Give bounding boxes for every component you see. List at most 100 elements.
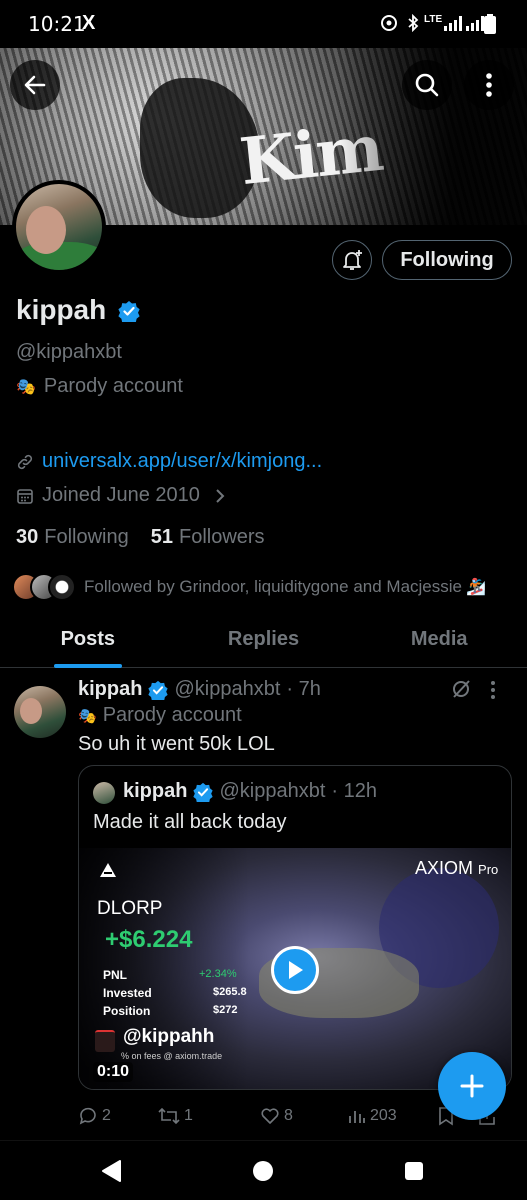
status-bar: 10:21 X LTE	[0, 0, 527, 48]
stat-label: PNL	[103, 968, 127, 982]
profile-link[interactable]: universalx.app/user/x/kimjong...	[42, 450, 322, 473]
pnl-amount: +$6.224	[105, 926, 193, 953]
followers-stat-label: Followers	[178, 526, 265, 548]
notifications-button[interactable]	[332, 240, 372, 280]
tweet-parody-row: 🎭 Parody account	[78, 704, 242, 727]
parody-label-row: 🎭 Parody account	[16, 375, 183, 398]
stat-label: Position	[103, 1004, 151, 1018]
token-name: DLORP	[97, 898, 163, 919]
nav-back-button[interactable]	[100, 1159, 122, 1188]
quote-author-name: kippah	[123, 780, 188, 802]
tweet-more-icon[interactable]	[490, 680, 496, 706]
user-avatar-icon	[95, 1030, 115, 1052]
profile-handle: @kippahxbt	[16, 341, 122, 363]
quote-text: Made it all back today	[93, 811, 287, 833]
android-nav-bar	[0, 1140, 527, 1200]
theater-mask-icon: 🎭	[78, 707, 97, 725]
more-vertical-icon	[486, 73, 492, 97]
circle-home-icon	[253, 1161, 273, 1181]
triangle-back-icon	[102, 1160, 121, 1182]
follower-avatar	[48, 573, 76, 601]
follow-stats: 30 Following 51 Followers	[16, 526, 265, 549]
status-time: 10:21	[28, 12, 86, 36]
square-recents-icon	[405, 1162, 423, 1180]
views-button[interactable]: 203	[348, 1107, 438, 1125]
stat-label: Invested	[103, 986, 152, 1000]
nav-home-button[interactable]	[252, 1160, 274, 1187]
following-count: 30	[16, 526, 39, 548]
axiom-logo-icon	[99, 862, 117, 883]
stat-value: $272	[213, 1004, 238, 1016]
play-button[interactable]	[271, 946, 319, 994]
tweet-avatar[interactable]	[14, 686, 66, 738]
following-button[interactable]: Following	[382, 240, 512, 280]
joined-row: Joined June 2010	[16, 484, 226, 507]
reply-icon	[79, 1107, 96, 1125]
following-stat[interactable]: 30 Following	[16, 526, 129, 549]
axiom-brand-suffix: Pro	[478, 862, 499, 877]
search-button[interactable]	[402, 60, 452, 110]
battery-icon	[484, 14, 496, 39]
tweet-author-name[interactable]: kippah	[78, 678, 142, 701]
profile-avatar[interactable]	[12, 180, 106, 274]
followers-count: 51	[150, 526, 173, 548]
repost-button[interactable]: 1	[158, 1106, 260, 1126]
calendar-icon	[17, 488, 33, 504]
axiom-brand: AXIOM Pro	[415, 858, 498, 879]
repost-count: 1	[184, 1107, 193, 1124]
quoted-tweet[interactable]: kippah @kippahxbt · 12h Made it all back…	[78, 765, 512, 1090]
sync-icon	[380, 14, 398, 37]
views-icon	[349, 1111, 365, 1123]
link-icon	[17, 454, 33, 469]
views-count: 203	[370, 1107, 397, 1124]
stat-value: +2.34%	[199, 968, 237, 980]
network-type: LTE	[424, 14, 443, 25]
like-count: 8	[284, 1107, 293, 1124]
bluetooth-icon	[406, 13, 420, 37]
signal-icon	[444, 14, 486, 37]
verified-badge-icon	[118, 300, 140, 327]
more-options-button[interactable]	[464, 60, 514, 110]
emoji-icon: 🏂	[465, 579, 486, 596]
quote-video[interactable]: AXIOM Pro DLORP +$6.224 PNL +2.34% Inves…	[79, 848, 511, 1089]
compose-post-button[interactable]	[438, 1052, 506, 1120]
tweet-text: So uh it went 50k LOL	[78, 733, 275, 755]
parody-label: Parody account	[43, 375, 183, 397]
following-stat-label: Following	[44, 526, 129, 548]
reply-button[interactable]: 2	[78, 1106, 158, 1126]
video-username: @kippahh	[123, 1026, 215, 1047]
nav-recents-button[interactable]	[404, 1161, 424, 1186]
like-button[interactable]: 8	[260, 1106, 348, 1126]
tab-posts[interactable]: Posts	[0, 612, 176, 667]
quote-author-handle: @kippahxbt	[219, 780, 326, 802]
tweet-author-handle[interactable]: @kippahxbt	[174, 678, 280, 701]
heart-icon	[261, 1108, 279, 1124]
plus-icon	[460, 1074, 484, 1098]
search-icon	[415, 73, 439, 97]
x-logo-icon: X	[82, 12, 96, 34]
video-footer: % on fees @ axiom.trade	[121, 1051, 223, 1061]
tweet-parody-label: Parody account	[102, 704, 242, 726]
play-icon	[289, 961, 303, 979]
tab-replies[interactable]: Replies	[176, 612, 352, 667]
video-duration: 0:10	[93, 1062, 134, 1082]
grok-icon[interactable]	[450, 678, 472, 706]
stat-value: $265.8	[213, 986, 247, 998]
axiom-brand-name: AXIOM	[415, 858, 474, 878]
tweet-header: kippah @kippahxbt · 7h	[78, 678, 321, 701]
profile-tabs: Posts Replies Media	[0, 612, 527, 668]
followed-by-row[interactable]: Followed by Grindoor, liquiditygone and …	[12, 573, 486, 601]
quote-time: · 12h	[331, 780, 377, 802]
quote-header: kippah @kippahxbt · 12h	[123, 780, 377, 803]
chevron-right-icon[interactable]	[214, 488, 226, 504]
verified-badge-icon	[148, 680, 169, 700]
bell-plus-icon	[343, 250, 362, 270]
repost-icon	[158, 1107, 180, 1125]
followers-stat[interactable]: 51 Followers	[151, 526, 265, 549]
verified-badge-icon	[193, 782, 214, 802]
profile-link-row[interactable]: universalx.app/user/x/kimjong...	[16, 450, 322, 473]
tweet-time[interactable]: · 7h	[286, 678, 320, 701]
back-button[interactable]	[10, 60, 60, 110]
display-name: kippah	[16, 294, 107, 325]
tab-media[interactable]: Media	[351, 612, 527, 667]
